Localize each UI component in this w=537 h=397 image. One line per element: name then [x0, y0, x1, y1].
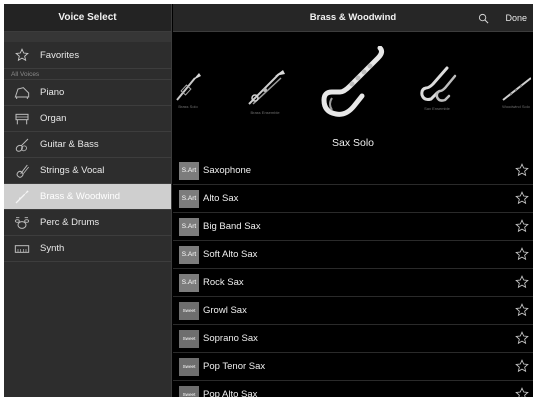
section-label-all-voices: All Voices: [4, 69, 171, 80]
piano-icon: [4, 80, 40, 106]
favorite-star-icon[interactable]: [515, 275, 529, 294]
drum-kit-icon: [4, 210, 40, 236]
sidebar-item-label: Organ: [40, 113, 67, 124]
voice-row[interactable]: Sweet Pop Alto Sax: [173, 381, 533, 397]
carousel-caption: Brass Solo: [178, 104, 198, 109]
trumpet-icon: [176, 73, 201, 101]
voice-type-badge: Sweet: [179, 385, 199, 397]
saxophone-icon: [321, 46, 385, 117]
carousel-item-woodwind-solo[interactable]: Woodwind Solo: [501, 76, 531, 109]
carousel-item-sax-ensemble[interactable]: Sax Ensemble: [417, 66, 457, 111]
favorite-star-icon[interactable]: [515, 359, 529, 378]
voice-row[interactable]: S.Art Rock Sax: [173, 269, 533, 297]
voice-name: Soft Alto Sax: [203, 249, 258, 260]
sidebar-item-label: Guitar & Bass: [40, 139, 99, 150]
sidebar-item-guitar-bass[interactable]: Guitar & Bass: [4, 132, 171, 158]
sidebar-item-piano[interactable]: Piano: [4, 80, 171, 106]
voice-type-badge: Sweet: [179, 329, 199, 348]
organ-icon: [4, 106, 40, 132]
instrument-carousel[interactable]: Brass Solo Brass Ensemble Sax Ensemble W…: [173, 32, 533, 149]
voice-name: Soprano Sax: [203, 333, 258, 344]
trombone-icon: [248, 70, 285, 105]
voice-select-app: Voice Select Favorites All Voices Piano …: [4, 4, 533, 397]
sidebar-item-label: Favorites: [40, 49, 80, 61]
synth-icon: [4, 236, 40, 262]
sidebar-item-strings-vocal[interactable]: Strings & Vocal: [4, 158, 171, 184]
sidebar-item-label: Piano: [40, 87, 65, 98]
sidebar-item-label: Perc & Drums: [40, 217, 100, 228]
done-button[interactable]: Done: [505, 4, 527, 32]
favorite-star-icon[interactable]: [515, 303, 529, 322]
sidebar-item-label: Strings & Vocal: [40, 165, 105, 176]
voice-type-badge: S.Art: [179, 245, 199, 264]
voice-row[interactable]: S.Art Alto Sax: [173, 185, 533, 213]
favorite-star-icon[interactable]: [515, 331, 529, 350]
voice-type-badge: S.Art: [179, 273, 199, 292]
header: Brass & Woodwind Done: [173, 4, 533, 32]
sidebar: Voice Select Favorites All Voices Piano …: [4, 4, 172, 397]
favorite-star-icon[interactable]: [515, 387, 529, 397]
voice-name: Rock Sax: [203, 277, 244, 288]
voice-name: Alto Sax: [203, 193, 239, 204]
star-outline-icon: [4, 42, 40, 68]
carousel-caption: Brass Ensemble: [250, 110, 280, 115]
favorite-star-icon[interactable]: [515, 247, 529, 266]
voice-type-badge: S.Art: [179, 161, 199, 180]
main-panel: Brass & Woodwind Done Brass Solo Brass E…: [173, 4, 533, 397]
sidebar-item-synth[interactable]: Synth: [4, 236, 171, 262]
favorite-star-icon[interactable]: [515, 163, 529, 182]
voice-name: Big Band Sax: [203, 221, 261, 232]
carousel-caption: Sax Ensemble: [424, 106, 450, 111]
voice-row[interactable]: S.Art Soft Alto Sax: [173, 241, 533, 269]
voice-type-badge: Sweet: [179, 357, 199, 376]
sidebar-item-organ[interactable]: Organ: [4, 106, 171, 132]
trumpet-icon: [4, 184, 40, 210]
sidebar-item-label: Synth: [40, 243, 65, 254]
violin-icon: [4, 158, 40, 184]
sidebar-item-label: Brass & Woodwind: [40, 191, 121, 202]
voice-name: Pop Tenor Sax: [203, 361, 266, 372]
carousel-item-brass-ensemble[interactable]: Brass Ensemble: [245, 70, 285, 115]
carousel-item-sax-solo[interactable]: [318, 46, 388, 118]
selected-category-name: Sax Solo: [331, 137, 375, 149]
voice-name: Saxophone: [203, 165, 252, 176]
sidebar-item-brass-woodwind[interactable]: Brass & Woodwind: [4, 184, 171, 210]
voice-type-badge: S.Art: [179, 189, 199, 208]
page-title: Brass & Woodwind: [309, 12, 397, 23]
sidebar-item-perc-drums[interactable]: Perc & Drums: [4, 210, 171, 236]
carousel-item-brass-solo[interactable]: Brass Solo: [175, 72, 201, 109]
voice-name: Pop Alto Sax: [203, 389, 258, 397]
favorite-star-icon[interactable]: [515, 219, 529, 238]
voice-type-badge: Sweet: [179, 301, 199, 320]
sax-ensemble-icon: [420, 66, 457, 102]
favorite-star-icon[interactable]: [515, 191, 529, 210]
voice-row[interactable]: S.Art Big Band Sax: [173, 213, 533, 241]
voice-list: S.Art Saxophone S.Art Alto Sax S.Art Big Band…: [173, 157, 533, 397]
voice-row[interactable]: Sweet Growl Sax: [173, 297, 533, 325]
voice-row[interactable]: Sweet Soprano Sax: [173, 325, 533, 353]
sidebar-title: Voice Select: [4, 4, 171, 32]
voice-row[interactable]: Sweet Pop Tenor Sax: [173, 353, 533, 381]
search-icon[interactable]: [478, 4, 489, 32]
flute-icon: [502, 77, 531, 101]
voice-row[interactable]: S.Art Saxophone: [173, 157, 533, 185]
guitar-icon: [4, 132, 40, 158]
carousel-caption: Woodwind Solo: [502, 104, 530, 109]
sidebar-item-favorites[interactable]: Favorites: [4, 42, 171, 69]
voice-name: Growl Sax: [203, 305, 247, 316]
sidebar-spacer: [4, 32, 171, 42]
voice-type-badge: S.Art: [179, 217, 199, 236]
